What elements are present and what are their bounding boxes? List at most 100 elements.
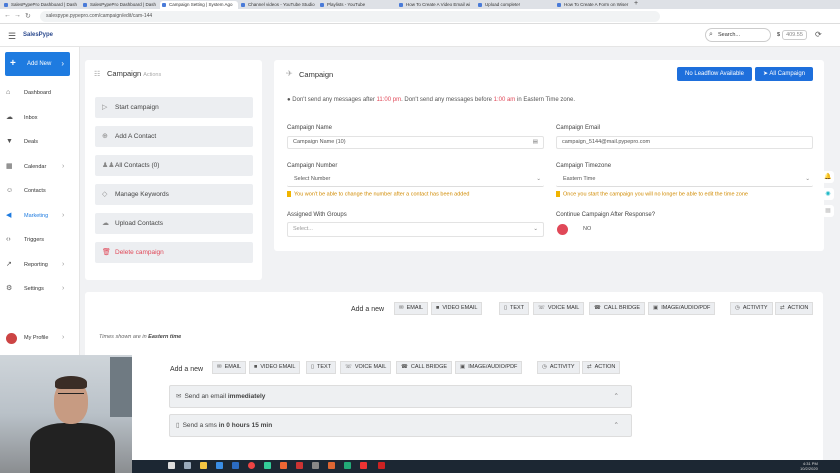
- add-voice-mail-button[interactable]: ☏ VOICE MAIL: [533, 302, 585, 315]
- browser-tab[interactable]: SalesPypePro Dashboard | Dash: [2, 1, 80, 9]
- browser-tab[interactable]: Campaign Setting | System Ago: [160, 1, 238, 9]
- video-email-icon: ■: [254, 364, 258, 370]
- add-action-button[interactable]: ⇄ ACTION: [775, 302, 814, 315]
- play-icon: ▷: [102, 104, 108, 111]
- browser-tab[interactable]: Channel videos - YouTube Studio: [239, 1, 317, 9]
- app-icon[interactable]: [360, 462, 367, 469]
- start-icon[interactable]: [168, 462, 175, 469]
- add-video-email-button[interactable]: ■ VIDEO EMAIL: [431, 302, 483, 315]
- action-label: Start campaign: [115, 104, 159, 111]
- search-icon: ⌕: [709, 31, 713, 38]
- add-email-button[interactable]: ✉ EMAIL: [394, 302, 429, 315]
- campaign-timezone-select[interactable]: Eastern Time ⌄: [556, 174, 813, 187]
- browser-tab[interactable]: How To Create A Form on Wiser: [555, 1, 633, 9]
- mail-icon[interactable]: [232, 462, 239, 469]
- sidebar-item-calendar[interactable]: ▦ Calendar ›: [0, 160, 80, 174]
- reload-icon[interactable]: ↻: [25, 12, 31, 20]
- browser-tab[interactable]: Upload complete!: [476, 1, 554, 9]
- action-all-contacts[interactable]: ♟♟ All Contacts (0): [95, 155, 253, 176]
- app-icon[interactable]: [312, 462, 319, 469]
- campaign-email-field[interactable]: campaign_5144@mail.pypepro.com: [556, 136, 813, 149]
- bell-icon[interactable]: 🔔: [822, 171, 834, 183]
- sidebar-item-dashboard[interactable]: ⌂ Dashboard: [0, 86, 80, 100]
- phone-icon: ▯: [176, 422, 180, 429]
- chevron-up-icon[interactable]: ⌃: [614, 415, 619, 436]
- template-icon[interactable]: ▤: [533, 137, 538, 148]
- add-activity-button[interactable]: ◷ ACTIVITY: [730, 302, 773, 315]
- app-icon[interactable]: [296, 462, 303, 469]
- add-call-bridge-button[interactable]: ☎ CALL BRIDGE: [396, 361, 453, 374]
- sidebar-item-reporting[interactable]: ↗ Reporting ›: [0, 258, 80, 272]
- panel-title: Campaign Actions: [107, 69, 161, 78]
- button-label: TEXT: [510, 305, 525, 311]
- add-image-audio-pdf-button[interactable]: ▣ IMAGE/AUDIO/PDF: [455, 361, 523, 374]
- add-text-button[interactable]: ▯ TEXT: [499, 302, 530, 315]
- app-icon[interactable]: [328, 462, 335, 469]
- campaign-number-hint: You won't be able to change the number a…: [287, 191, 469, 197]
- add-video-email-button[interactable]: ■ VIDEO EMAIL: [249, 361, 301, 374]
- sidebar-item-settings[interactable]: ⚙ Settings ›: [0, 282, 80, 296]
- action-upload-contacts[interactable]: ☁ Upload Contacts: [95, 213, 253, 234]
- sidebar-item-triggers[interactable]: ‹› Triggers: [0, 233, 80, 247]
- add-text-button[interactable]: ▯ TEXT: [306, 361, 337, 374]
- refresh-icon[interactable]: ⟳: [815, 30, 822, 39]
- action-start-campaign[interactable]: ▷ Start campaign: [95, 97, 253, 118]
- app-icon[interactable]: [264, 462, 271, 469]
- step-sms[interactable]: ▯ Send a sms in 0 hours 15 min ⌃: [169, 414, 632, 437]
- app-icon[interactable]: [280, 462, 287, 469]
- info-icon: [556, 191, 560, 197]
- sidebar-item-marketing[interactable]: ◀ Marketing ›: [0, 209, 80, 223]
- taskbar-clock[interactable]: 4:31 PM 10/2/2020: [800, 461, 818, 471]
- search-input[interactable]: ⌕ Search...: [705, 28, 771, 42]
- browser-tab[interactable]: SalesPypePro Dashboard | Dash: [81, 1, 159, 9]
- sidebar-item-deals[interactable]: ▼ Deals: [0, 135, 80, 149]
- menu-icon[interactable]: ☰: [8, 31, 16, 42]
- folder-icon[interactable]: [200, 462, 207, 469]
- groups-select[interactable]: Select... ⌄: [287, 222, 544, 237]
- campaign-number-value: Select Number: [294, 176, 331, 182]
- text-icon: ▯: [311, 364, 315, 370]
- add-email-button[interactable]: ✉ EMAIL: [212, 361, 247, 374]
- action-icon: ⇄: [587, 364, 592, 370]
- grid-icon[interactable]: ▦: [822, 205, 834, 217]
- new-tab-icon[interactable]: +: [634, 0, 638, 7]
- browser-tab[interactable]: How To Create A Video Email wi: [397, 1, 475, 9]
- add-new-button[interactable]: + Add New ›: [5, 52, 70, 76]
- store-icon[interactable]: [216, 462, 223, 469]
- forward-icon[interactable]: →: [14, 12, 21, 19]
- continue-toggle[interactable]: [557, 224, 568, 235]
- favicon-icon: [162, 3, 166, 7]
- add-action-button[interactable]: ⇄ ACTION: [582, 361, 621, 374]
- campaign-name-field[interactable]: Campaign Name (10) ▤: [287, 136, 544, 149]
- back-icon[interactable]: ←: [4, 12, 11, 19]
- add-call-bridge-button[interactable]: ☎ CALL BRIDGE: [589, 302, 646, 315]
- app-icon[interactable]: [344, 462, 351, 469]
- step-email[interactable]: ✉ Send an email immediately ⌃: [169, 385, 632, 408]
- sidebar-item-contacts[interactable]: ☺ Contacts: [0, 184, 80, 198]
- sidebar-item-inbox[interactable]: ☁ Inbox: [0, 111, 80, 125]
- hint-text: You won't be able to change the number a…: [294, 191, 470, 198]
- sidebar-item-profile[interactable]: My Profile ›: [0, 331, 80, 345]
- chat-icon[interactable]: ◉: [822, 188, 834, 200]
- action-add-a-contact[interactable]: ⊕ Add A Contact: [95, 126, 253, 147]
- browser-tab[interactable]: Playlists - YouTube: [318, 1, 396, 9]
- chevron-right-icon: ›: [61, 59, 64, 68]
- chrome-icon[interactable]: [248, 462, 255, 469]
- chevron-up-icon[interactable]: ⌃: [614, 386, 619, 407]
- logo[interactable]: SalesPype: [23, 32, 53, 38]
- app-icon[interactable]: [378, 462, 385, 469]
- search-icon[interactable]: [184, 462, 191, 469]
- action-delete-campaign[interactable]: 🗑 Delete campaign: [95, 242, 253, 263]
- add-image-audio-pdf-button[interactable]: ▣ IMAGE/AUDIO/PDF: [648, 302, 716, 315]
- campaign-number-select[interactable]: Select Number ⌄: [287, 174, 544, 187]
- no-leadflow-button[interactable]: No Leadflow Available: [677, 67, 752, 81]
- add-voice-mail-button[interactable]: ☏ VOICE MAIL: [340, 361, 392, 374]
- add-activity-button[interactable]: ◷ ACTIVITY: [537, 361, 580, 374]
- all-campaign-button[interactable]: ➤ All Campaign: [755, 67, 813, 81]
- image-audio-pdf-icon: ▣: [460, 364, 466, 370]
- voice-mail-icon: ☏: [345, 364, 352, 370]
- sidebar-item-label: Marketing: [24, 212, 49, 219]
- action-manage-keywords[interactable]: ◇ Manage Keywords: [95, 184, 253, 205]
- trash-icon: 🗑: [102, 249, 111, 256]
- address-bar[interactable]: salespype.pypepro.com/campaign/edit/cam-…: [40, 11, 660, 22]
